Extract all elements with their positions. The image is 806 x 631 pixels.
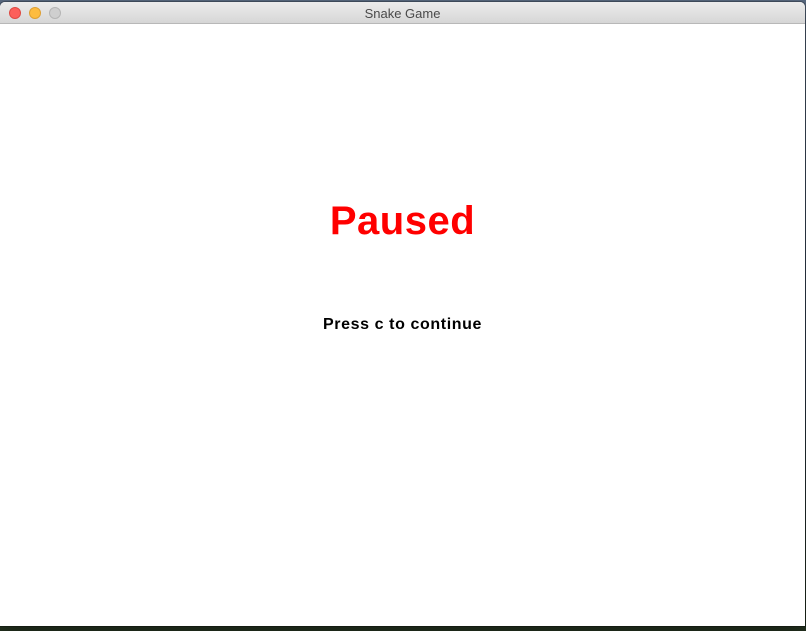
title-bar[interactable]: Snake Game [0,2,805,24]
game-canvas[interactable]: Paused Press c to continue [0,24,805,626]
game-window: Snake Game Paused Press c to continue [0,2,805,626]
continue-hint: Press c to continue [323,316,482,333]
window-title: Snake Game [364,6,441,21]
paused-message: Paused [329,199,476,243]
